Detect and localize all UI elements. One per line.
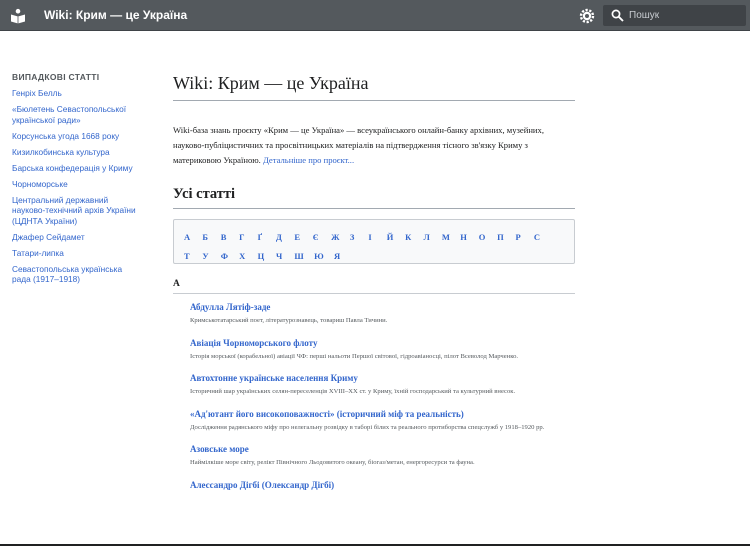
sidebar-item[interactable]: Барська конфедерація у Криму — [12, 163, 142, 174]
article-description: Дослідження радянського міфу про нелегал… — [190, 423, 545, 431]
section-title-all-articles: Усі статті — [173, 185, 575, 209]
sidebar-random-articles: ВИПАДКОВІ СТАТТІ Генріх Белль «Бюлетень … — [12, 72, 142, 290]
list-item: Авіація Чорноморського флоту Історія мор… — [190, 336, 575, 363]
letter-link[interactable]: Ж — [331, 232, 339, 242]
article-description: Історичний шар українських селян-пересел… — [190, 388, 516, 395]
letter-link[interactable]: А — [184, 232, 192, 242]
logo-icon[interactable] — [10, 8, 26, 24]
sidebar-item[interactable]: Татари-липка — [12, 248, 142, 259]
sidebar-title: ВИПАДКОВІ СТАТТІ — [12, 72, 100, 82]
article-description: Історія морської (корабельної) авіації Ч… — [190, 352, 519, 360]
intro-text: Wiki-база знань проєкту «Крим — це Украї… — [173, 125, 544, 165]
letter-link[interactable]: Ч — [276, 251, 284, 261]
letter-link[interactable]: П — [497, 232, 505, 242]
search-box[interactable] — [603, 5, 746, 26]
alphabet-row-1: А Б В Г Ґ Д Е Є Ж З І Й К Л М Н О П Р С — [184, 227, 564, 246]
letter-link[interactable]: О — [479, 232, 487, 242]
article-description: Кримськотатарський поет, літературознаве… — [190, 317, 388, 324]
letter-link[interactable]: Т — [184, 251, 192, 261]
letter-link[interactable]: Ц — [258, 251, 266, 261]
list-item: Абдулла Лятіф-заде Кримськотатарський по… — [190, 300, 575, 327]
search-input[interactable] — [629, 7, 741, 24]
list-item: Автохтонне українське населення Криму Іс… — [190, 371, 575, 398]
sidebar-item[interactable]: Корсунська угода 1668 року — [12, 131, 142, 142]
letter-link[interactable]: Й — [387, 232, 395, 242]
letter-link[interactable]: Я — [334, 251, 342, 261]
intro-paragraph: Wiki-база знань проєкту «Крим — це Украї… — [173, 123, 575, 168]
letter-link[interactable]: Ш — [294, 251, 303, 261]
letter-heading: А — [173, 279, 575, 294]
letter-link[interactable]: Ґ — [258, 232, 266, 242]
sidebar-item[interactable]: Генріх Белль — [12, 88, 142, 99]
article-title-link[interactable]: Автохтонне українське населення Криму — [190, 371, 575, 385]
main-content: Wiki: Крим — це Україна Wiki-база знань … — [173, 72, 575, 501]
settings-icon[interactable] — [579, 8, 595, 24]
alphabet-row-2: Т У Ф Х Ц Ч Ш Ю Я — [184, 246, 564, 265]
letter-link[interactable]: Л — [423, 232, 431, 242]
article-title-link[interactable]: Алессандро Дігбі (Олександр Дігбі) — [190, 478, 575, 492]
article-title-link[interactable]: Абдулла Лятіф-заде — [190, 300, 575, 314]
list-item: «Ад'ютант його високоповажності» (істори… — [190, 407, 575, 434]
letter-link[interactable]: Б — [202, 232, 210, 242]
letter-link[interactable]: Є — [313, 232, 321, 242]
letter-link[interactable]: Д — [276, 232, 284, 242]
sidebar-item[interactable]: Севастопольська українська рада (1917–19… — [12, 264, 142, 285]
sidebar-item[interactable]: «Бюлетень Севастопольської української р… — [12, 104, 142, 125]
top-bar: Wiki: Крим — це Україна — [0, 0, 750, 31]
letter-link[interactable]: Н — [460, 232, 468, 242]
letter-link[interactable]: В — [221, 232, 229, 242]
list-item: Азовське море Наймілкіше море світу, рел… — [190, 442, 575, 469]
letter-link[interactable]: К — [405, 232, 413, 242]
letter-link[interactable]: М — [442, 232, 450, 242]
letter-link[interactable]: У — [202, 251, 210, 261]
search-icon — [611, 9, 624, 22]
letter-link[interactable]: С — [534, 232, 542, 242]
letter-link[interactable]: Х — [239, 251, 247, 261]
letter-link[interactable]: Р — [515, 232, 523, 242]
letter-link[interactable]: Ю — [314, 251, 324, 261]
article-list: Абдулла Лятіф-заде Кримськотатарський по… — [173, 300, 575, 492]
alphabet-index: А Б В Г Ґ Д Е Є Ж З І Й К Л М Н О П Р С … — [173, 219, 575, 264]
letter-link[interactable]: З — [350, 232, 358, 242]
site-title[interactable]: Wiki: Крим — це Україна — [44, 8, 187, 22]
article-description: Наймілкіше море світу, релікт Північного… — [190, 459, 475, 466]
letter-link[interactable]: І — [368, 232, 376, 242]
letter-link[interactable]: Ф — [221, 251, 229, 261]
page-title: Wiki: Крим — це Україна — [173, 72, 575, 101]
sidebar-item[interactable]: Джафер Сейдамет — [12, 232, 142, 243]
project-details-link[interactable]: Детальніше про проєкт... — [263, 155, 354, 165]
article-title-link[interactable]: Азовське море — [190, 442, 575, 456]
list-item: Алессандро Дігбі (Олександр Дігбі) — [190, 478, 575, 492]
article-title-link[interactable]: Авіація Чорноморського флоту — [190, 336, 575, 350]
article-title-link[interactable]: «Ад'ютант його високоповажності» (істори… — [190, 407, 575, 421]
letter-link[interactable]: Г — [239, 232, 247, 242]
sidebar-item[interactable]: Чорноморське — [12, 179, 142, 190]
sidebar-item[interactable]: Центральний державний науково-технічний … — [12, 195, 142, 227]
letter-link[interactable]: Е — [294, 232, 302, 242]
sidebar-item[interactable]: Кизилкобинська культура — [12, 147, 142, 158]
